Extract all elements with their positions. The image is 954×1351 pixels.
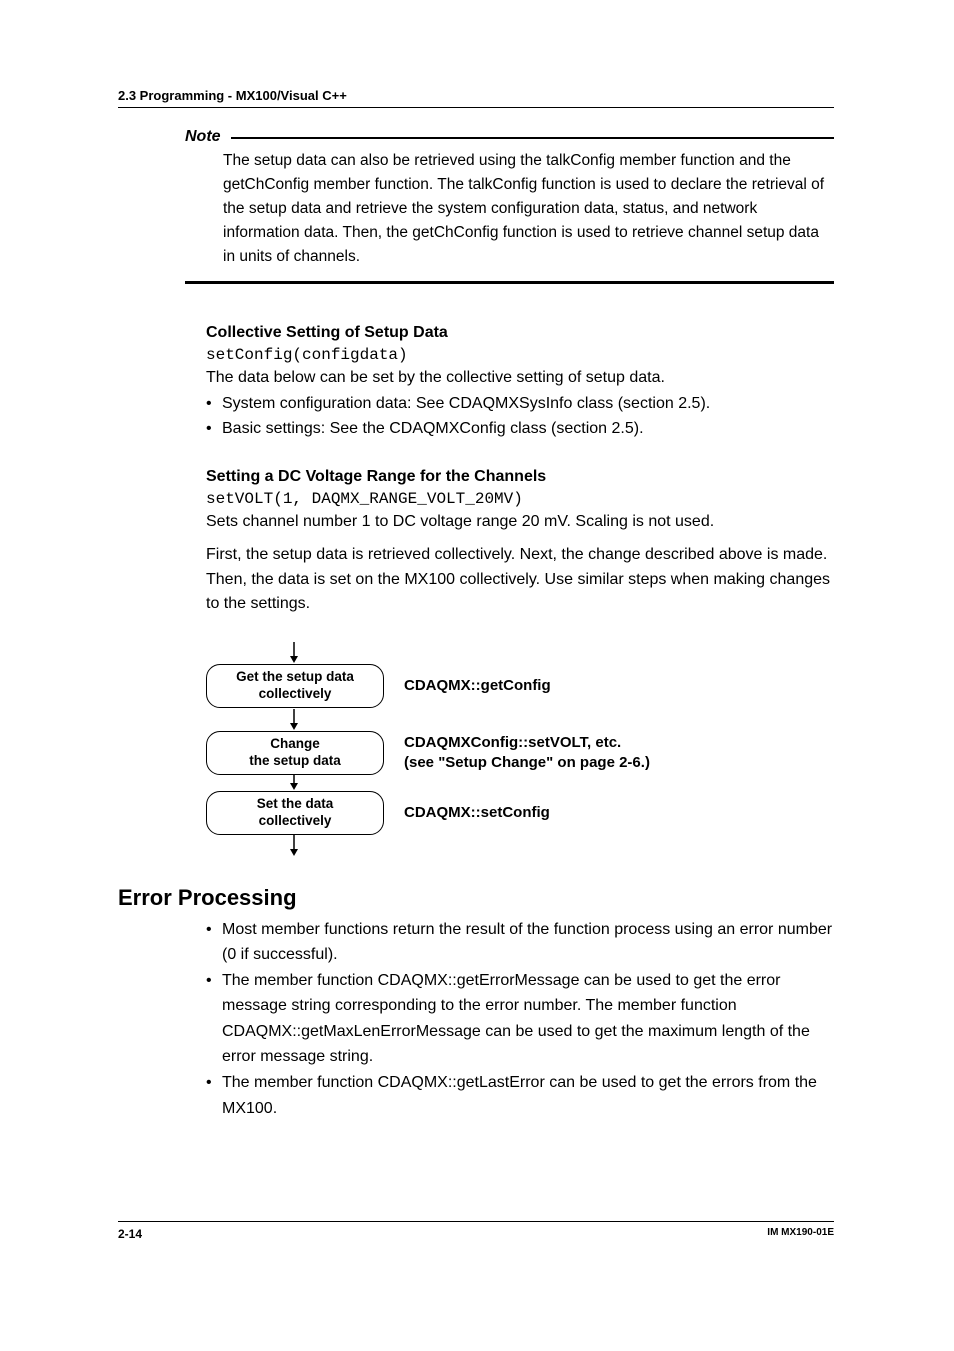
page-number: 2-14 [118, 1227, 142, 1241]
bullet-text: The member function CDAQMX::getErrorMess… [222, 968, 834, 1070]
flow-label-2a: CDAQMXConfig::setVOLT, etc. [404, 734, 621, 751]
bullet-icon: • [206, 917, 222, 968]
collective-heading: Collective Setting of Setup Data [206, 324, 834, 342]
errorproc-bullet-3: • The member function CDAQMX::getLastErr… [206, 1070, 834, 1121]
doc-id: IM MX190-01E [767, 1227, 834, 1241]
collective-code: setConfig(configdata) [206, 346, 834, 364]
bullet-text: System configuration data: See CDAQMXSys… [222, 391, 834, 417]
dcvolt-code: setVOLT(1, DAQMX_RANGE_VOLT_20MV) [206, 490, 834, 508]
flow-box-3a: Set the data [257, 796, 334, 811]
collective-section: Collective Setting of Setup Data setConf… [206, 324, 834, 442]
collective-bullet-1: • System configuration data: See CDAQMXS… [206, 391, 834, 417]
bullet-icon: • [206, 416, 222, 442]
bullet-icon: • [206, 391, 222, 417]
dcvolt-heading: Setting a DC Voltage Range for the Chann… [206, 468, 834, 486]
errorproc-bullet-1: • Most member functions return the resul… [206, 917, 834, 968]
note-rule-bottom [185, 281, 834, 284]
bullet-icon: • [206, 968, 222, 1070]
page-footer: 2-14 IM MX190-01E [118, 1221, 834, 1241]
flow-arrow-bottom [206, 835, 382, 857]
arrow-down-icon [288, 709, 300, 731]
arrow-down-icon [288, 775, 300, 791]
bullet-text: Most member functions return the result … [222, 917, 834, 968]
note-body: The setup data can also be retrieved usi… [223, 149, 834, 269]
errorproc-section: • Most member functions return the resul… [206, 917, 834, 1122]
bullet-text: The member function CDAQMX::getLastError… [222, 1070, 834, 1121]
note-rule-top [231, 137, 834, 139]
page-header: 2.3 Programming - MX100/Visual C++ [118, 88, 834, 108]
flow-arrow-1 [206, 708, 382, 731]
flowchart: Get the setup data collectively CDAQMX::… [206, 641, 834, 856]
flow-label-2b: (see "Setup Change" on page 2-6.) [404, 754, 650, 771]
errorproc-bullet-2: • The member function CDAQMX::getErrorMe… [206, 968, 834, 1070]
flow-box-1: Get the setup data collectively [206, 664, 384, 708]
bullet-icon: • [206, 1070, 222, 1121]
dcvolt-section: Setting a DC Voltage Range for the Chann… [206, 468, 834, 617]
flow-box-3: Set the data collectively [206, 791, 384, 835]
arrow-down-icon [288, 642, 300, 664]
dcvolt-line2: First, the setup data is retrieved colle… [206, 543, 834, 617]
flow-arrow-top [206, 641, 382, 664]
bullet-text: Basic settings: See the CDAQMXConfig cla… [222, 416, 834, 442]
flow-box-2b: the setup data [249, 753, 341, 768]
flow-box-2a: Change [270, 736, 320, 751]
flow-label-1: CDAQMX::getConfig [404, 676, 551, 696]
flow-box-3b: collectively [259, 813, 332, 828]
collective-intro: The data below can be set by the collect… [206, 366, 834, 391]
note-block: Note The setup data can also be retrieve… [185, 128, 834, 284]
arrow-down-icon [288, 835, 300, 857]
errorproc-title: Error Processing [118, 885, 834, 911]
flow-box-2: Change the setup data [206, 731, 384, 775]
flow-arrow-2 [206, 775, 382, 791]
dcvolt-line1: Sets channel number 1 to DC voltage rang… [206, 510, 834, 535]
flow-label-2: CDAQMXConfig::setVOLT, etc. (see "Setup … [404, 733, 650, 772]
collective-bullet-2: • Basic settings: See the CDAQMXConfig c… [206, 416, 834, 442]
note-label: Note [185, 128, 221, 146]
flow-label-3: CDAQMX::setConfig [404, 803, 550, 823]
